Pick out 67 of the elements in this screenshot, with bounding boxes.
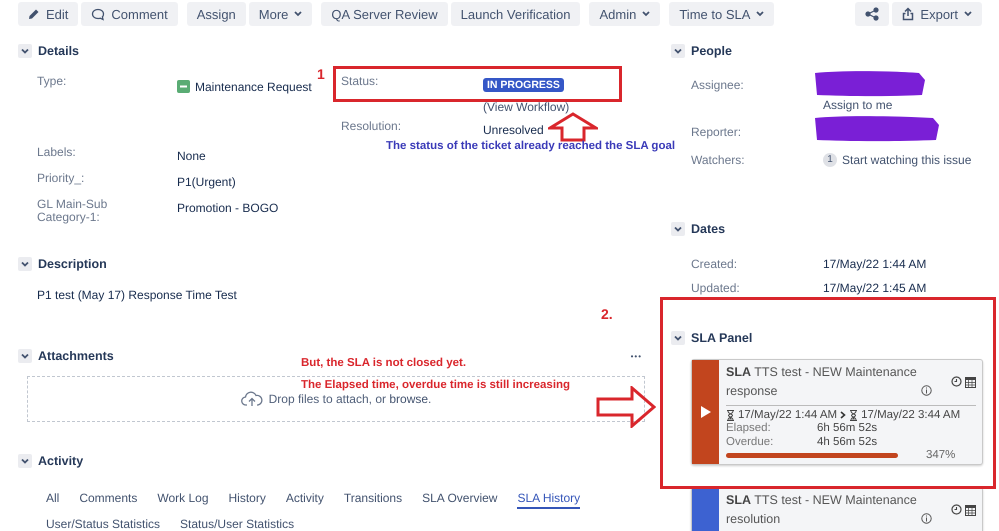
field-value: P1(Urgent)	[177, 174, 236, 189]
section-title[interactable]: Description	[38, 257, 107, 271]
sla-value: 6h 56m 52s	[817, 421, 878, 435]
start-watching-link[interactable]: Start watching this issue	[842, 153, 972, 167]
section-title[interactable]: Details	[38, 44, 79, 58]
field-value: 17/May/22 1:44 AM	[823, 257, 926, 272]
callout-number: 2.	[601, 306, 613, 322]
field-label: Resolution:	[341, 119, 402, 135]
field-value: None	[177, 148, 206, 163]
activity-tab[interactable]: SLA Overview	[422, 491, 498, 509]
view-workflow-link[interactable]: (View Workflow)	[483, 100, 570, 114]
sla-start-time: 17/May/22 1:44 AM	[738, 409, 838, 421]
annotation-note: But, the SLA is not closed yet.	[301, 357, 466, 369]
field-value: 17/May/22 1:45 AM	[823, 281, 926, 296]
percentage-text: 347%	[926, 449, 956, 461]
section-title[interactable]: SLA Panel	[691, 331, 752, 345]
sla-end-time: 17/May/22 3:44 AM	[861, 409, 960, 421]
watcher-count-badge: 1	[823, 153, 837, 167]
annotation-note: The status of the ticket already reached the SLA goal	[386, 140, 676, 152]
browse-link[interactable]: browse	[389, 392, 428, 406]
section-title[interactable]: Attachments	[38, 349, 114, 363]
activity-tab[interactable]: All	[46, 491, 60, 509]
sla-title: SLA TTS test - NEW Maintenance response	[726, 364, 918, 400]
sla-label: Overdue:	[726, 435, 774, 449]
description-text: P1 test (May 17) Response Time Test	[37, 288, 238, 302]
activity-tab[interactable]: SLA History	[517, 491, 580, 509]
sla-label: Elapsed:	[726, 421, 772, 435]
field-label: Type:	[37, 74, 68, 90]
section-title[interactable]: People	[691, 44, 732, 58]
section-title[interactable]: Activity	[38, 454, 84, 468]
field-value: Promotion - BOGO	[177, 200, 278, 215]
callout-number: 1	[317, 66, 325, 82]
sla-value: 4h 56m 52s	[817, 435, 878, 449]
field-label: Priority_:	[37, 172, 86, 185]
section-title[interactable]: Dates	[691, 222, 726, 236]
toolbar-button[interactable]: More	[248, 2, 312, 26]
toolbar-button[interactable]: Export	[892, 2, 982, 26]
toolbar-button[interactable]: Time to SLA	[669, 2, 774, 26]
more-button[interactable]: •••	[630, 352, 642, 360]
activity-tab[interactable]: History	[228, 491, 266, 509]
field-label: Updated:	[691, 281, 741, 296]
activity-tab[interactable]: Transitions	[344, 491, 402, 509]
field-label: Watchers:	[691, 153, 746, 167]
toolbar-button[interactable]: Assign	[186, 2, 246, 26]
field-label: Created:	[691, 257, 738, 272]
toolbar-button[interactable]: Comment	[81, 2, 178, 26]
field-label: Reporter:	[691, 124, 742, 141]
field-label: Labels:	[37, 146, 77, 159]
activity-tab[interactable]: Status/User Statistics	[180, 517, 294, 531]
activity-tab[interactable]: Activity	[286, 491, 324, 509]
field-value: Unresolved	[483, 122, 544, 137]
field-value: Maintenance Request	[195, 80, 312, 94]
toolbar-button[interactable]: Launch Verification	[450, 2, 580, 26]
annotation-note: The Elapsed time, overdue time is still increasing	[301, 379, 570, 391]
sla-title: SLA TTS test - NEW Maintenance resolution	[726, 492, 918, 528]
activity-tab[interactable]: Comments	[79, 491, 138, 509]
field-label: GL Main-Sub Category-1:	[37, 198, 108, 224]
field-label: Status:	[341, 74, 380, 90]
assign-to-me-link[interactable]: Assign to me	[823, 98, 927, 112]
field-label: Assignee:	[691, 77, 745, 94]
status-lozenge: IN PROGRESS	[483, 78, 564, 92]
toolbar-button[interactable]: Admin	[589, 2, 660, 26]
toolbar-button[interactable]: Edit	[18, 2, 78, 26]
activity-tab[interactable]: User/Status Statistics	[46, 517, 160, 531]
activity-tab[interactable]: Work Log	[157, 491, 208, 509]
drop-text: Drop files to attach, or browse.	[268, 392, 432, 406]
toolbar-button[interactable]: QA Server Review	[321, 2, 448, 26]
